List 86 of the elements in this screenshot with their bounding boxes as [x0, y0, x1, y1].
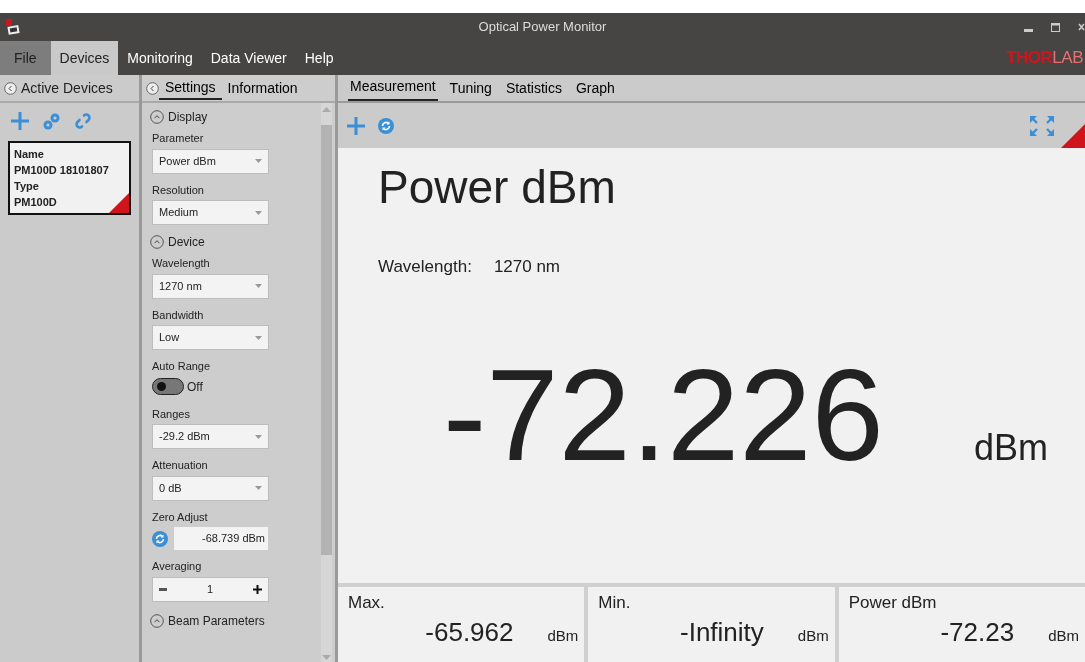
view-tab[interactable]: Graph [573, 78, 617, 101]
view-tab[interactable]: Statistics [503, 78, 564, 101]
add-icon[interactable] [346, 115, 366, 136]
app-icon [6, 19, 20, 35]
stepper-value: 1 [206, 581, 214, 597]
view-tab[interactable]: Measurement [348, 76, 438, 101]
menu-tab[interactable]: Help [295, 41, 343, 75]
increment-button[interactable] [253, 584, 262, 594]
dropdown[interactable]: 1270 nm [152, 273, 269, 299]
back-icon[interactable] [146, 81, 159, 95]
back-icon[interactable] [4, 81, 17, 95]
scroll-down-icon[interactable] [322, 655, 331, 660]
decrement-button[interactable] [159, 587, 167, 591]
field-label: Auto Range [152, 359, 212, 374]
toggle-switch[interactable] [152, 378, 184, 395]
section-title: Display [168, 109, 208, 126]
dropdown[interactable]: -29.2 dBm [152, 424, 269, 449]
field-label: Ranges [152, 406, 191, 422]
collapse-icon[interactable] [150, 613, 164, 628]
selected-corner-icon [109, 193, 129, 213]
plus-icon [253, 584, 262, 594]
scrollbar[interactable] [321, 103, 332, 662]
wavelength-label: Wavelength: [378, 256, 472, 278]
menu-tab[interactable]: Devices [50, 41, 119, 75]
field-label: Wavelength [152, 256, 211, 271]
panel-tab[interactable]: Settings [159, 76, 222, 100]
menu-tab[interactable]: Monitoring [118, 41, 202, 75]
close-icon[interactable] [1078, 23, 1085, 31]
value-field: -68.739 dBm [174, 527, 268, 550]
field-label: Type [14, 179, 40, 194]
maximize-icon[interactable] [1051, 22, 1060, 32]
unit-label: dBm [973, 425, 1048, 470]
wavelength-value: 1270 nm [493, 256, 561, 278]
corner-marker-icon [1061, 124, 1085, 148]
caret-icon [255, 159, 262, 163]
measurement-title: Power dBm [378, 160, 617, 214]
field-label: Name [14, 147, 45, 162]
field-value: PM100D [14, 195, 57, 210]
scroll-up-icon[interactable] [322, 107, 331, 112]
stat-value: -65.962 [425, 616, 514, 649]
gears-icon[interactable] [42, 111, 62, 131]
caret-icon [255, 210, 262, 215]
caret-icon [255, 486, 262, 490]
collapse-icon[interactable] [150, 110, 164, 124]
dropdown[interactable]: Medium [152, 200, 269, 225]
power-reading: -72.226 [443, 349, 884, 480]
fullscreen-icon[interactable] [1029, 114, 1055, 137]
device-card[interactable]: Name PM100D 18101807 Type PM100D [8, 141, 131, 215]
window-title: Optical Power Monitor [478, 19, 607, 35]
collapse-icon[interactable] [150, 235, 164, 249]
field-label: Averaging [152, 559, 203, 574]
stat-title: Power dBm [848, 593, 938, 613]
caret-icon [255, 434, 262, 439]
scroll-thumb[interactable] [321, 125, 332, 555]
field-label: Bandwidth [152, 307, 205, 323]
file-menu[interactable]: File [0, 41, 51, 75]
link-icon[interactable] [74, 112, 92, 130]
dropdown[interactable]: Power dBm [152, 148, 269, 174]
caret-icon [255, 284, 262, 288]
menu-tab[interactable]: Data Viewer [201, 41, 296, 75]
view-tab[interactable]: Tuning [447, 78, 494, 101]
stat-title: Max. [348, 593, 386, 613]
stat-unit: dBm [797, 626, 829, 646]
add-icon[interactable] [10, 111, 30, 131]
stat-value: -72.23 [940, 616, 1015, 649]
stat-unit: dBm [1048, 626, 1079, 646]
logo: THORLAB [1006, 47, 1083, 70]
toggle-label: Off [187, 378, 203, 396]
section-title: Beam Parameters [168, 612, 265, 630]
panel-tab[interactable]: Information [221, 76, 304, 100]
dropdown[interactable]: Low [152, 325, 269, 350]
panel-title: Active Devices [21, 78, 113, 98]
section-title: Device [168, 234, 205, 251]
refresh-icon[interactable] [152, 530, 168, 547]
field-label: Zero Adjust [152, 509, 209, 525]
caret-icon [255, 335, 262, 340]
stat-value: -Infinity [680, 616, 764, 649]
stat-title: Min. [598, 593, 632, 613]
field-label: Attenuation [152, 458, 209, 473]
minus-icon [159, 587, 167, 591]
field-value: PM100D 18101807 [14, 163, 109, 178]
refresh-icon[interactable] [378, 117, 394, 134]
field-label: Parameter [152, 131, 205, 146]
field-label: Resolution [152, 182, 205, 198]
stat-unit: dBm [547, 626, 579, 646]
dropdown[interactable]: 0 dB [152, 475, 269, 501]
